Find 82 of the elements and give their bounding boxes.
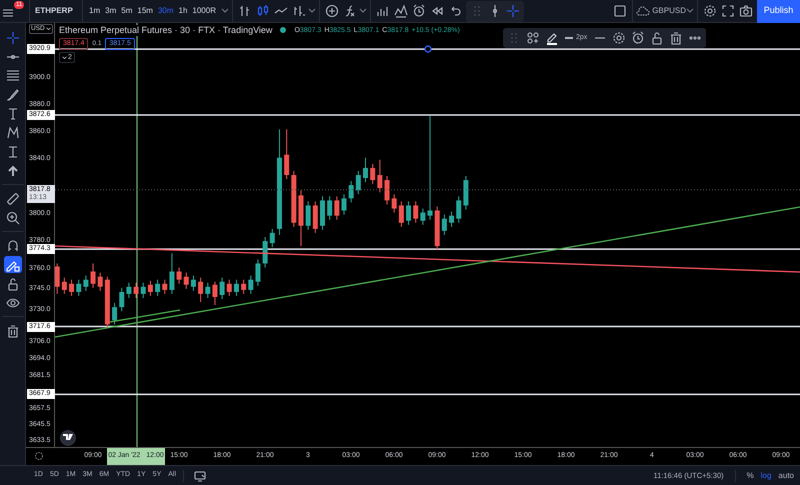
candle: [363, 157, 368, 183]
axis-settings-icon[interactable]: [34, 451, 44, 461]
pencil-lock-icon[interactable]: [4, 256, 22, 273]
candle: [284, 128, 290, 180]
interval-button[interactable]: 1m: [89, 5, 100, 17]
caret-icon[interactable]: [308, 8, 316, 14]
candle: [104, 276, 110, 328]
candle: [190, 275, 196, 292]
candle: [90, 262, 96, 288]
candle: [134, 282, 139, 298]
candle: [184, 272, 189, 290]
candle: [398, 200, 404, 228]
scale-button[interactable]: auto: [778, 470, 794, 482]
candle: [327, 196, 332, 220]
candle: [212, 281, 218, 306]
candle: [234, 279, 239, 296]
candle: [348, 180, 354, 203]
caret-icon: [62, 56, 67, 60]
candle: [255, 258, 260, 286]
candle: [270, 228, 275, 248]
candle: [449, 211, 454, 228]
interval-button[interactable]: 5m: [121, 5, 132, 17]
candle: [377, 159, 382, 193]
candle: [55, 262, 60, 294]
candle: [413, 200, 418, 224]
candle: [155, 279, 160, 296]
logo-icon: [60, 430, 76, 446]
candle: [298, 190, 304, 247]
candle: [392, 194, 397, 214]
chart-title: Ethereum Perpetual Futures · 30 · FTX · TradingView: [59, 24, 272, 36]
candle: [463, 175, 468, 210]
candle: [226, 279, 232, 296]
candle: [162, 279, 168, 294]
candle: [176, 267, 182, 284]
candle: [83, 275, 88, 292]
candle: [306, 200, 311, 230]
candle: [248, 275, 254, 294]
caret-icon[interactable]: [686, 8, 694, 14]
candle: [76, 279, 82, 296]
candle: [98, 272, 103, 292]
caret-icon[interactable]: [358, 8, 367, 14]
candle: [384, 175, 390, 205]
candle: [434, 206, 440, 251]
compare-symbol-button[interactable]: GBPUSD: [636, 5, 686, 17]
candle: [148, 280, 153, 296]
candle: [442, 214, 447, 236]
candle: [356, 170, 361, 195]
caret-icon[interactable]: [220, 8, 229, 14]
candle: [312, 200, 318, 234]
interval-button[interactable]: 1h: [178, 5, 188, 17]
candle: [420, 208, 426, 226]
candle: [406, 200, 412, 226]
candle: [220, 277, 225, 300]
candle: [119, 287, 124, 312]
candle: [69, 279, 74, 296]
symbol-search[interactable]: ETHPERP: [33, 5, 79, 17]
candle: [62, 277, 67, 294]
caret-icon: [46, 27, 51, 31]
publish-button[interactable]: Publish: [757, 0, 800, 22]
candle: [198, 277, 204, 303]
candle: [140, 282, 146, 298]
candle: [456, 196, 462, 224]
interval-button[interactable]: 30m: [158, 5, 174, 17]
candle: [334, 196, 340, 220]
candle: [342, 194, 346, 216]
interval-button[interactable]: 15m: [137, 5, 153, 17]
candle: [126, 282, 132, 298]
candle: [291, 170, 296, 228]
candle: [205, 282, 210, 298]
interval-button[interactable]: 1000R: [192, 5, 216, 17]
candle: [241, 279, 246, 294]
interval-button[interactable]: 3m: [105, 5, 116, 17]
candle: [262, 236, 268, 268]
candle: [320, 196, 325, 230]
scale-button[interactable]: log: [760, 470, 772, 482]
cloud-icon: [636, 6, 650, 16]
scale-button[interactable]: %: [746, 470, 754, 482]
menu-icon[interactable]: [2, 7, 14, 19]
candle: [370, 163, 376, 185]
candle: [169, 252, 174, 294]
drag-handle[interactable]: [424, 45, 432, 53]
candle: [112, 302, 118, 325]
